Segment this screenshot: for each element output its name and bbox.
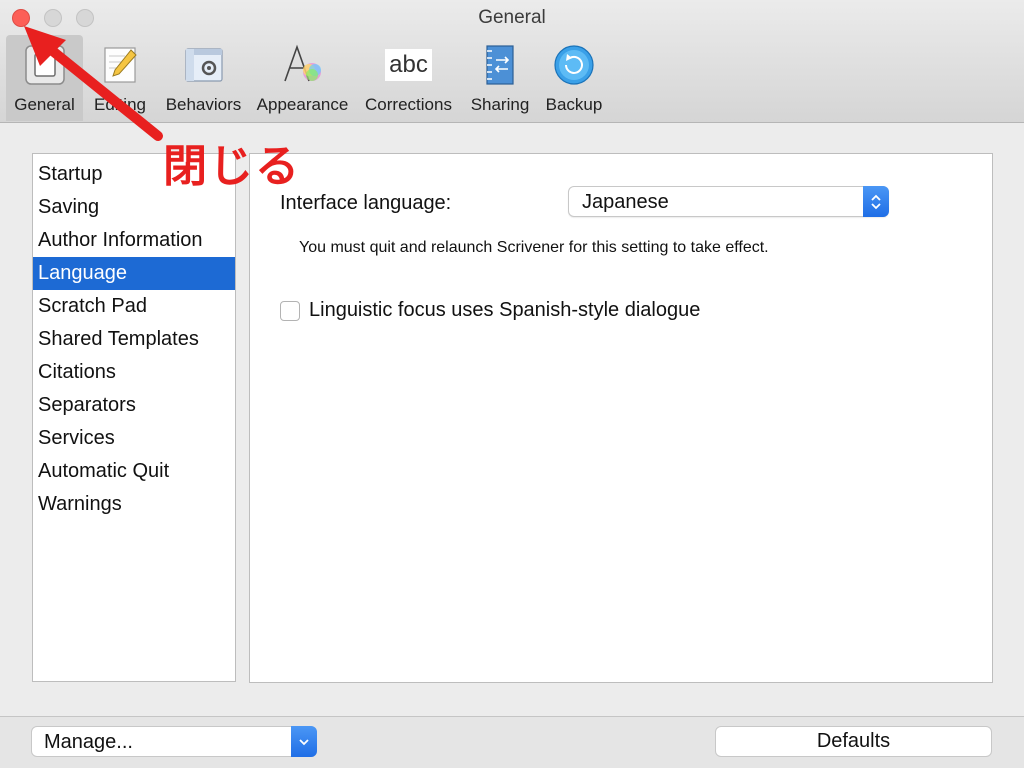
sidebar-item-scratch-pad[interactable]: Scratch Pad	[33, 290, 235, 323]
relaunch-hint-text: You must quit and relaunch Scrivener for…	[299, 239, 769, 256]
tab-editing[interactable]: Editing	[83, 35, 157, 121]
manage-popup-button[interactable]: Manage...	[31, 726, 317, 757]
chevron-down-icon	[291, 726, 317, 757]
defaults-button[interactable]: Defaults	[715, 726, 992, 757]
title-bar: General General Editing Behaviors Appear…	[0, 0, 1024, 123]
sidebar-item-author-information[interactable]: Author Information	[33, 224, 235, 257]
sidebar-item-separators[interactable]: Separators	[33, 389, 235, 422]
tab-behaviors[interactable]: Behaviors	[157, 35, 250, 121]
tab-corrections[interactable]: abc Corrections	[355, 35, 462, 121]
tab-behaviors-label: Behaviors	[165, 95, 242, 114]
manage-label: Manage...	[44, 731, 133, 753]
updown-chevron-icon	[863, 186, 889, 217]
bottom-bar: Manage... Defaults	[0, 716, 1024, 768]
tab-appearance-label: Appearance	[256, 95, 349, 114]
sidebar-item-citations[interactable]: Citations	[33, 356, 235, 389]
tab-general[interactable]: General	[6, 35, 83, 121]
tab-backup-label: Backup	[545, 95, 603, 114]
sidebar-item-saving[interactable]: Saving	[33, 191, 235, 224]
corrections-icon: abc	[384, 43, 434, 87]
sidebar-item-warnings[interactable]: Warnings	[33, 488, 235, 521]
tab-sharing[interactable]: Sharing	[462, 35, 538, 121]
general-icon	[23, 43, 67, 87]
sidebar-item-services[interactable]: Services	[33, 422, 235, 455]
spanish-dialogue-checkbox[interactable]	[280, 300, 300, 321]
preferences-category-list: Startup Saving Author Information Langua…	[32, 153, 236, 682]
language-settings-panel: Interface language: Japanese You must qu…	[249, 153, 993, 683]
corrections-icon-text: abc	[385, 49, 432, 81]
preferences-toolbar: General Editing Behaviors Appearance abc…	[6, 35, 610, 121]
interface-language-value: Japanese	[582, 191, 669, 213]
interface-language-label: Interface language:	[280, 192, 452, 214]
spanish-dialogue-label[interactable]: Linguistic focus uses Spanish-style dial…	[309, 299, 700, 322]
window-title: General	[478, 7, 546, 28]
sidebar-item-language[interactable]: Language	[33, 257, 235, 290]
tab-editing-label: Editing	[94, 95, 146, 114]
appearance-icon	[281, 43, 325, 87]
editing-icon	[98, 43, 142, 87]
sharing-icon	[478, 43, 522, 87]
behaviors-icon	[182, 43, 226, 87]
tab-backup[interactable]: Backup	[538, 35, 610, 121]
backup-icon	[552, 43, 596, 87]
interface-language-select[interactable]: Japanese	[568, 186, 889, 217]
preferences-window: General General Editing Behaviors Appear…	[0, 0, 1024, 768]
sidebar-item-automatic-quit[interactable]: Automatic Quit	[33, 455, 235, 488]
spanish-dialogue-option: Linguistic focus uses Spanish-style dial…	[280, 299, 700, 322]
annotation-label: 閉じる	[163, 141, 301, 192]
tab-corrections-label: Corrections	[365, 95, 452, 114]
tab-sharing-label: Sharing	[470, 95, 530, 114]
sidebar-item-shared-templates[interactable]: Shared Templates	[33, 323, 235, 356]
tab-appearance[interactable]: Appearance	[250, 35, 355, 121]
tab-general-label: General	[14, 95, 75, 114]
